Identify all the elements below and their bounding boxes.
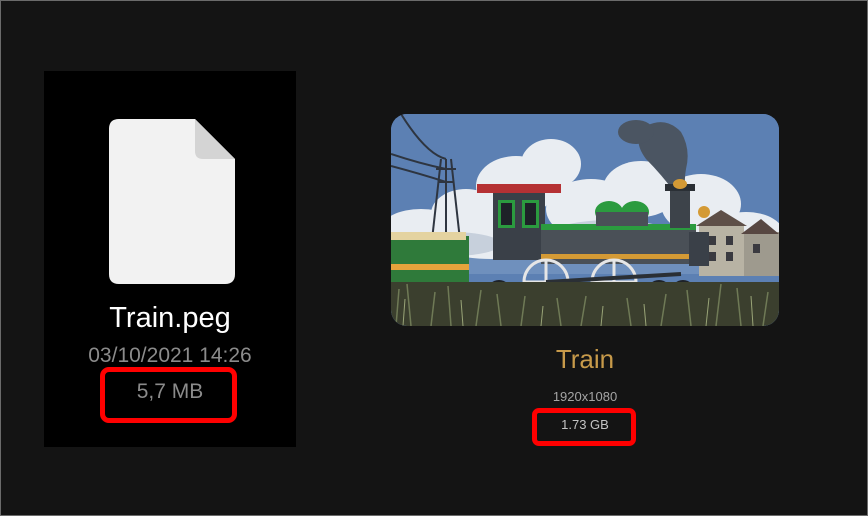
photo-size-highlight-box xyxy=(532,408,636,446)
file-size-highlight-box xyxy=(100,367,237,423)
file-date: 03/10/2021 14:26 xyxy=(88,344,252,367)
photo-thumbnail[interactable] xyxy=(391,114,779,326)
photo-title: Train xyxy=(555,344,615,374)
photo-dimensions: 1920x1080 xyxy=(552,389,618,404)
document-icon xyxy=(109,119,235,284)
train-illustration xyxy=(391,114,779,326)
file-browser-view: Train.peg 03/10/2021 14:26 5,7 MB Train … xyxy=(0,0,868,516)
file-name: Train.peg xyxy=(109,302,231,334)
